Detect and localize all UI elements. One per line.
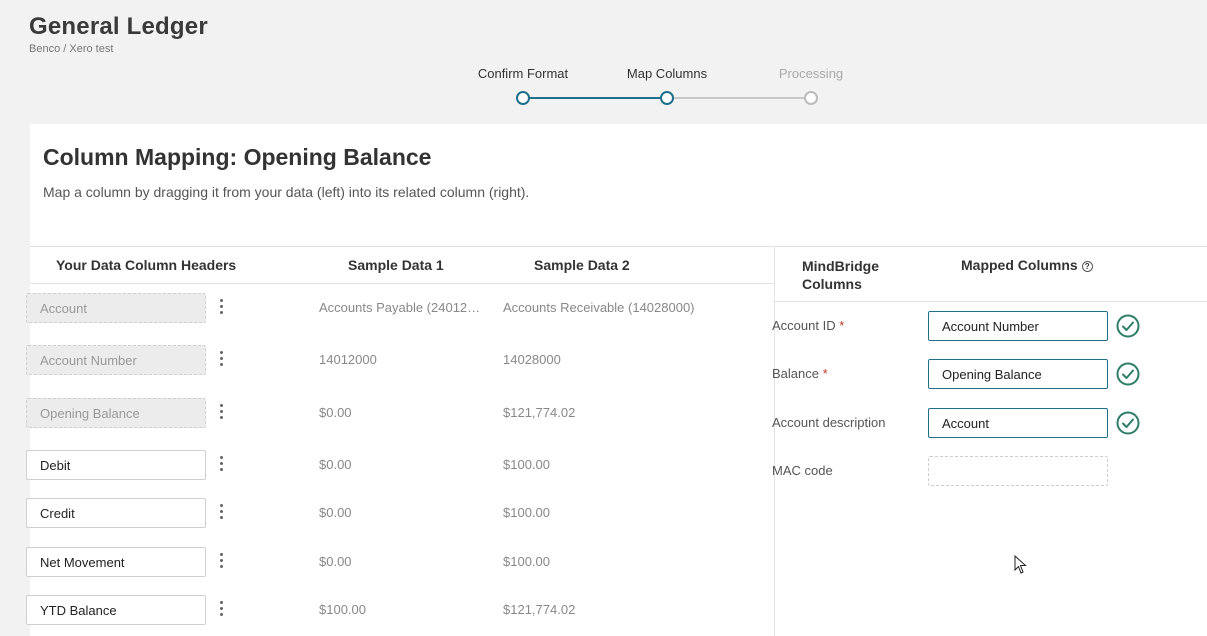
mindbridge-column-label: Account ID * <box>772 318 844 333</box>
column-header-sample-2: Sample Data 2 <box>534 257 630 273</box>
breadcrumb: Benco / Xero test <box>29 43 114 55</box>
sample-data-2: Accounts Receivable (14028000) <box>503 300 695 315</box>
card-subtitle: Map a column by dragging it from your da… <box>43 184 530 200</box>
table-row: Debit $0.00 $100.00 <box>26 450 726 480</box>
more-options-icon[interactable] <box>216 456 226 474</box>
more-options-icon[interactable] <box>216 351 226 369</box>
column-header-mapped: Mapped Columns? <box>961 257 1093 273</box>
mindbridge-column-label: Balance * <box>772 366 828 381</box>
data-column-chip[interactable]: Account <box>26 293 206 323</box>
column-header-mapped-label: Mapped Columns <box>961 257 1078 273</box>
more-options-icon[interactable] <box>216 299 226 317</box>
sample-data-1: $0.00 <box>319 505 352 520</box>
data-column-chip[interactable]: Debit <box>26 450 206 480</box>
data-column-chip[interactable]: Credit <box>26 498 206 528</box>
step-dot-processing <box>804 91 818 105</box>
column-header-mindbridge: MindBridge Columns <box>802 258 879 292</box>
check-circle-icon <box>1116 362 1140 386</box>
table-row: Net Movement $0.00 $100.00 <box>26 547 726 577</box>
column-header-your-data: Your Data Column Headers <box>56 257 237 273</box>
step-dot-confirm-format[interactable] <box>516 91 530 105</box>
mindbridge-column-name: MAC code <box>772 463 833 478</box>
progress-stepper: Confirm Format Map Columns Processing <box>470 64 870 108</box>
mapping-row: Balance * Opening Balance <box>772 359 1172 389</box>
data-column-chip[interactable]: Net Movement <box>26 547 206 577</box>
check-circle-icon <box>1116 411 1140 435</box>
sample-data-2: 14028000 <box>503 352 561 367</box>
sample-data-1: $100.00 <box>319 602 366 617</box>
data-column-chip[interactable]: YTD Balance <box>26 595 206 625</box>
mapped-column-dropzone[interactable]: Account <box>928 408 1108 438</box>
sample-data-1: 14012000 <box>319 352 377 367</box>
divider <box>30 283 774 284</box>
column-header-sample-1: Sample Data 1 <box>348 257 444 273</box>
step-map-columns[interactable]: Map Columns <box>627 66 707 81</box>
more-options-icon[interactable] <box>216 504 226 522</box>
data-column-chip[interactable]: Opening Balance <box>26 398 206 428</box>
mindbridge-column-name: Balance <box>772 366 819 381</box>
divider <box>30 246 1207 247</box>
table-row: Opening Balance $0.00 $121,774.02 <box>26 398 726 428</box>
table-row: Account Number 14012000 14028000 <box>26 345 726 375</box>
sample-data-1: $0.00 <box>319 554 352 569</box>
required-marker: * <box>839 318 845 333</box>
mindbridge-column-name: Account description <box>772 415 886 430</box>
sample-data-1: $0.00 <box>319 405 352 420</box>
mouse-cursor-icon <box>1014 555 1027 574</box>
step-processing: Processing <box>778 66 844 81</box>
mindbridge-column-label: Account description <box>772 415 885 430</box>
mapped-column-dropzone[interactable] <box>928 456 1108 486</box>
sample-data-1: $0.00 <box>319 457 352 472</box>
sample-data-1: Accounts Payable (24012000) <box>319 300 483 315</box>
table-row: YTD Balance $100.00 $121,774.02 <box>26 595 726 625</box>
help-icon[interactable]: ? <box>1081 261 1093 272</box>
mapping-row: MAC code <box>772 456 1172 486</box>
more-options-icon[interactable] <box>216 404 226 422</box>
sample-data-2: $121,774.02 <box>503 602 576 617</box>
required-marker: * <box>822 366 828 381</box>
mapping-row: Account description Account <box>772 408 1172 438</box>
more-options-icon[interactable] <box>216 553 226 571</box>
mindbridge-column-name: Account ID <box>772 318 836 333</box>
sample-data-2: $100.00 <box>503 554 550 569</box>
mapped-column-dropzone[interactable]: Opening Balance <box>928 359 1108 389</box>
page-title: General Ledger <box>29 13 208 40</box>
sample-data-2: $100.00 <box>503 457 550 472</box>
divider-vertical <box>774 246 775 636</box>
check-circle-icon <box>1116 314 1140 338</box>
mindbridge-column-label: MAC code <box>772 463 833 478</box>
step-confirm-format[interactable]: Confirm Format <box>478 66 568 81</box>
mapping-row: Account ID * Account Number <box>772 311 1172 341</box>
sample-data-2: $121,774.02 <box>503 405 576 420</box>
table-row: Account Accounts Payable (24012000) Accoun… <box>26 293 726 323</box>
card-title: Column Mapping: Opening Balance <box>43 144 432 170</box>
step-dot-map-columns[interactable] <box>660 91 674 105</box>
more-options-icon[interactable] <box>216 601 226 619</box>
sample-data-2: $100.00 <box>503 505 550 520</box>
divider <box>775 301 1207 302</box>
stepper-line-complete <box>523 97 667 99</box>
stepper-line-pending <box>667 97 811 99</box>
mapped-column-dropzone[interactable]: Account Number <box>928 311 1108 341</box>
data-column-chip[interactable]: Account Number <box>26 345 206 375</box>
table-row: Credit $0.00 $100.00 <box>26 498 726 528</box>
